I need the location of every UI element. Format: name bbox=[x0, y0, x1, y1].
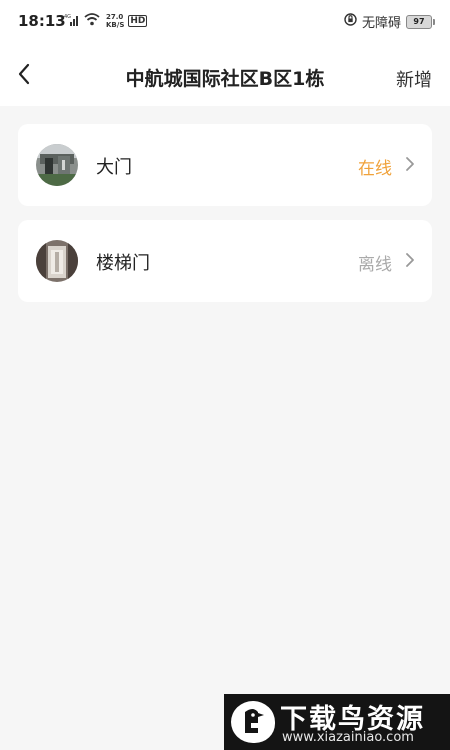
add-button[interactable]: 新增 bbox=[396, 66, 432, 92]
battery-level: 97 bbox=[413, 16, 425, 26]
accessibility-icon bbox=[344, 13, 357, 30]
watermark: 下载鸟资源 www.xiazainiao.com bbox=[224, 694, 450, 750]
chevron-right-icon bbox=[404, 156, 416, 172]
device-card-gate[interactable]: 大门 在线 bbox=[18, 124, 432, 206]
wifi-icon bbox=[84, 11, 100, 30]
page-title: 中航城国际社区B区1栋 bbox=[125, 68, 325, 90]
hd-badge: HD bbox=[128, 14, 148, 27]
status-bar: 18:13 4G 27.0 KB/S HD 无障碍 97 bbox=[0, 0, 450, 44]
device-list: 大门 在线 楼梯门 离线 bbox=[18, 124, 432, 316]
bird-logo-icon bbox=[231, 701, 275, 743]
nav-bar: 中航城国际社区B区1栋 新增 bbox=[0, 44, 450, 106]
status-icons-right: 无障碍 97 bbox=[344, 12, 435, 31]
chevron-right-icon bbox=[404, 252, 416, 268]
device-name: 楼梯门 bbox=[96, 253, 150, 274]
device-status: 在线 bbox=[358, 159, 392, 179]
device-status: 离线 bbox=[358, 255, 392, 275]
back-button[interactable] bbox=[8, 60, 40, 92]
svg-text:4G: 4G bbox=[64, 14, 71, 20]
battery-icon: 97 bbox=[406, 14, 435, 29]
network-speed-value: 27.0 bbox=[106, 12, 124, 21]
stair-door-photo-thumbnail bbox=[36, 240, 78, 282]
signal-icon: 4G bbox=[64, 11, 80, 30]
status-time: 18:13 bbox=[18, 12, 66, 30]
accessibility-label: 无障碍 bbox=[361, 16, 401, 31]
network-speed: 27.0 KB/S bbox=[106, 13, 124, 29]
status-icons-left: 4G 27.0 KB/S HD bbox=[64, 11, 148, 30]
gate-photo-thumbnail bbox=[36, 144, 78, 186]
network-speed-unit: KB/S bbox=[106, 20, 125, 29]
watermark-url: www.xiazainiao.com bbox=[282, 730, 414, 745]
back-chevron-icon bbox=[17, 63, 31, 89]
device-name: 大门 bbox=[96, 157, 132, 178]
device-card-stair-door[interactable]: 楼梯门 离线 bbox=[18, 220, 432, 302]
